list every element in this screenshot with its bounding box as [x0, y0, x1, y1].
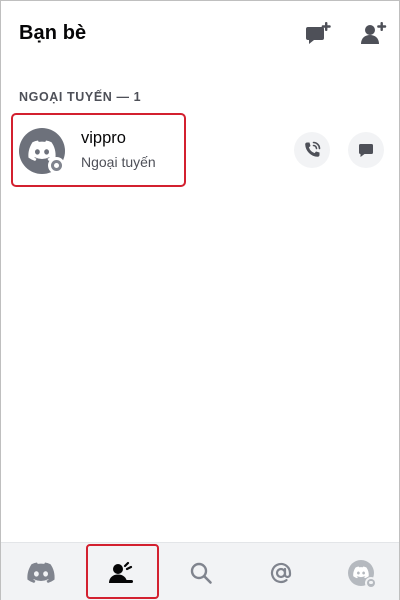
section-heading-offline: NGOẠI TUYẾN — 1	[19, 90, 142, 104]
chat-bubble-plus-icon	[306, 22, 331, 44]
message-button[interactable]	[348, 132, 384, 168]
header: Bạn bè	[1, 1, 399, 67]
discord-logo-icon	[353, 566, 369, 579]
discord-logo-icon	[27, 562, 55, 583]
nav-home[interactable]	[1, 543, 81, 600]
friend-status: Ngoại tuyến	[81, 154, 156, 170]
search-icon	[190, 562, 212, 584]
call-button[interactable]	[294, 132, 330, 168]
nav-profile[interactable]	[321, 543, 400, 600]
bottom-navigation	[1, 542, 399, 600]
friends-wave-icon	[109, 561, 133, 583]
phone-call-icon	[305, 141, 321, 157]
offline-status-indicator	[48, 157, 65, 174]
nav-friends[interactable]	[81, 543, 161, 600]
nav-mentions[interactable]	[241, 543, 321, 600]
person-plus-icon	[361, 22, 387, 44]
nav-search[interactable]	[161, 543, 241, 600]
chat-bubble-icon	[359, 144, 373, 157]
new-message-button[interactable]	[304, 19, 332, 47]
avatar-icon	[348, 559, 377, 589]
app-window: Bạn bè NGOẠI TUYẾN — 1 vippro Ngoại tuyế…	[0, 0, 400, 600]
at-sign-icon	[270, 562, 292, 583]
add-friend-button[interactable]	[359, 19, 387, 47]
friend-name: vippro	[81, 129, 126, 147]
page-title: Bạn bè	[19, 22, 87, 44]
offline-status-indicator	[365, 576, 377, 589]
